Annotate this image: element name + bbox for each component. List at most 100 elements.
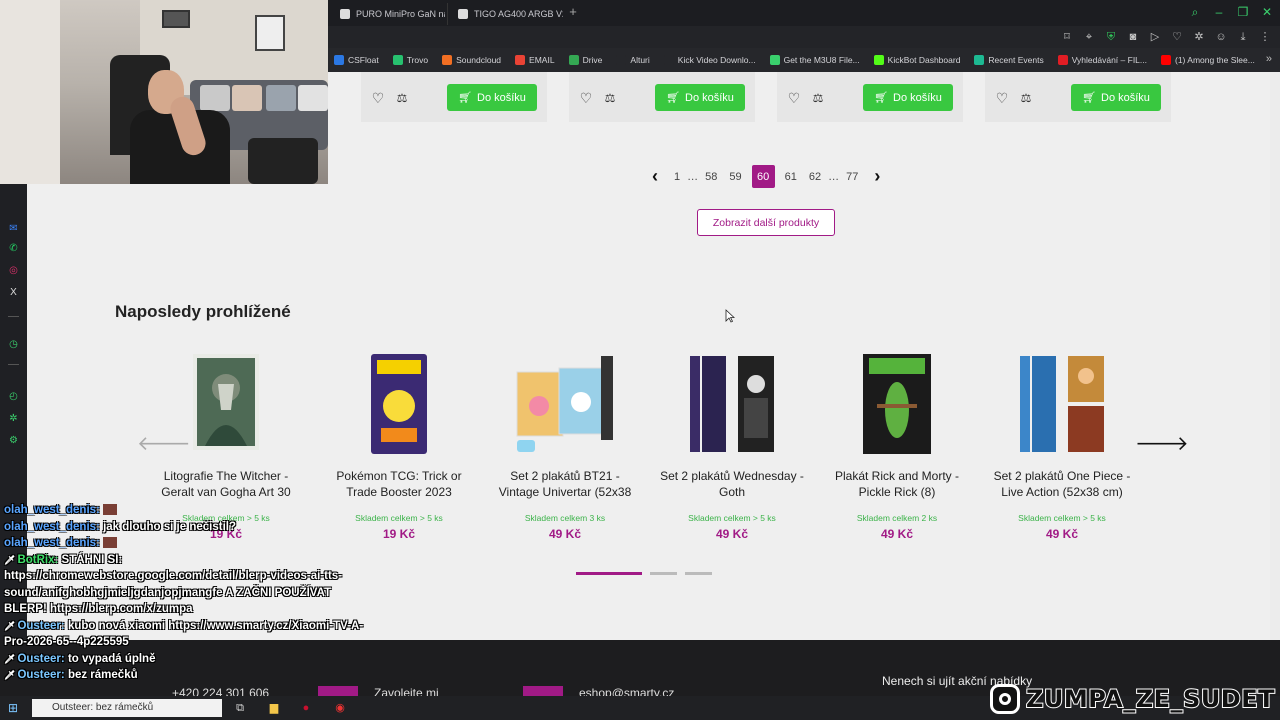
tab-favicon-icon: [458, 9, 468, 19]
bookmark-item[interactable]: CSFloat: [334, 55, 379, 65]
carousel-dot[interactable]: [650, 572, 677, 575]
recently-viewed-item[interactable]: Set 2 plakátů Wednesday - Goth Skladem ce…: [657, 354, 807, 541]
obs-icon[interactable]: ◉: [332, 700, 348, 716]
instagram-icon[interactable]: ◎: [7, 264, 20, 277]
bookmark-item[interactable]: Soundcloud: [442, 55, 501, 65]
show-more-products-button[interactable]: Zobrazit další produkty: [697, 209, 835, 236]
add-to-cart-button[interactable]: 🛒︎ Do košíku: [863, 84, 953, 111]
chat-username[interactable]: Ousteer:: [17, 669, 64, 681]
product-image[interactable]: [490, 354, 640, 456]
bookmarks-overflow-icon[interactable]: »: [1266, 53, 1272, 65]
bookmark-item[interactable]: (1) Among the Slee...: [1161, 55, 1255, 65]
compare-scale-icon[interactable]: ⚖: [810, 90, 826, 106]
product-image[interactable]: [324, 354, 474, 456]
chat-username[interactable]: BotRix:: [17, 554, 58, 566]
product-title[interactable]: Litografie The Witcher - Geralt van Gogh…: [151, 468, 301, 502]
compare-scale-icon[interactable]: ⚖: [602, 90, 618, 106]
download-icon[interactable]: ⤓: [1236, 30, 1250, 44]
recently-viewed-item[interactable]: Set 2 plakátů One Piece - Live Action (5…: [987, 354, 1137, 541]
pagination-page[interactable]: 77: [846, 171, 858, 183]
wishlist-heart-icon[interactable]: ♡: [370, 90, 386, 106]
profile-icon[interactable]: ☺: [1214, 30, 1228, 44]
pagination-prev-icon[interactable]: ‹: [652, 166, 658, 187]
new-tab-icon[interactable]: +: [566, 5, 580, 19]
heart-icon[interactable]: ♡: [1170, 30, 1184, 44]
close-icon[interactable]: ✕: [1260, 5, 1274, 19]
start-icon[interactable]: ⊞: [8, 701, 22, 715]
pagination-page[interactable]: 58: [705, 171, 717, 183]
wishlist-heart-icon[interactable]: ♡: [786, 90, 802, 106]
bookmark-item[interactable]: Trovo: [392, 55, 428, 65]
pagination-page[interactable]: 61: [785, 171, 797, 183]
carousel-dot[interactable]: [576, 572, 642, 575]
add-to-cart-button[interactable]: 🛒︎ Do košíku: [1071, 84, 1161, 111]
restore-icon[interactable]: ❐: [1236, 5, 1250, 19]
product-title[interactable]: Set 2 plakátů Wednesday - Goth: [657, 468, 807, 502]
history-icon[interactable]: ◴: [7, 390, 20, 403]
pin-icon[interactable]: ⌖: [1082, 30, 1096, 44]
browser-tab[interactable]: TIGO AG400 ARGB V2 če: [447, 3, 563, 25]
chat-username[interactable]: olah_west_denis:: [4, 521, 100, 533]
bookmark-item[interactable]: Get the M3U8 File...: [769, 55, 860, 65]
product-image[interactable]: [822, 354, 972, 456]
bookmark-item[interactable]: EMAIL: [515, 55, 555, 65]
wishlist-heart-icon[interactable]: ♡: [994, 90, 1010, 106]
product-title[interactable]: Set 2 plakátů BT21 - Vintage Univertar (…: [490, 468, 640, 502]
messenger-icon[interactable]: ✉: [7, 222, 20, 235]
menu-icon[interactable]: ⋮: [1258, 30, 1272, 44]
bookmark-item[interactable]: Alturi: [616, 55, 650, 65]
tab-favicon-icon: [340, 9, 350, 19]
chat-username[interactable]: Ousteer:: [17, 653, 64, 665]
compare-scale-icon[interactable]: ⚖: [394, 90, 410, 106]
bookmark-label: Soundcloud: [456, 55, 502, 65]
whatsapp-icon[interactable]: ✆: [7, 242, 20, 255]
pagination-page[interactable]: 1: [674, 171, 680, 183]
bookmark-item[interactable]: Kick Video Downlo...: [663, 55, 756, 65]
recently-viewed-item[interactable]: Plakát Rick and Morty - Pickle Rick (8) S…: [822, 354, 972, 541]
page-scrollbar[interactable]: [1270, 72, 1280, 640]
x-icon[interactable]: X: [7, 286, 20, 299]
product-image[interactable]: [151, 354, 301, 456]
extensions-icon[interactable]: ✲: [7, 412, 20, 425]
opera-icon[interactable]: ●: [298, 700, 314, 716]
bookmark-label: CSFloat: [348, 55, 379, 65]
pagination-page[interactable]: 59: [729, 171, 741, 183]
settings-icon[interactable]: ⚙: [7, 434, 20, 447]
pagination-next-icon[interactable]: ›: [874, 166, 880, 187]
add-to-cart-button[interactable]: 🛒︎ Do košíku: [447, 84, 537, 111]
bookmark-icon[interactable]: ⌑: [1060, 30, 1074, 44]
carousel-dot[interactable]: [685, 572, 712, 575]
product-title[interactable]: Plakát Rick and Morty - Pickle Rick (8): [822, 468, 972, 502]
taskbar-search[interactable]: Outsteer: bez rámečků: [32, 699, 222, 717]
bookmark-item[interactable]: Drive: [568, 55, 602, 65]
chat-username[interactable]: olah_west_denis:: [4, 537, 100, 549]
mouse-cursor-icon: [725, 309, 735, 323]
carousel-next-icon[interactable]: 🡒: [1135, 432, 1189, 456]
folder-icon[interactable]: ▆: [266, 700, 282, 716]
product-image[interactable]: [657, 354, 807, 456]
clock-icon[interactable]: ◷: [7, 338, 20, 351]
bookmark-item[interactable]: KickBot Dashboard: [873, 55, 960, 65]
shield-icon[interactable]: ⛨: [1104, 30, 1118, 44]
chat-username[interactable]: olah_west_denis:: [4, 504, 100, 516]
add-to-cart-button[interactable]: 🛒︎ Do košíku: [655, 84, 745, 111]
browser-tab[interactable]: PURO MiniPro GaN nabíje: [330, 3, 445, 25]
pagination-page[interactable]: 60: [751, 165, 775, 188]
compare-scale-icon[interactable]: ⚖: [1018, 90, 1034, 106]
bookmark-item[interactable]: Vyhledávání – FIL...: [1057, 55, 1147, 65]
wishlist-heart-icon[interactable]: ♡: [578, 90, 594, 106]
product-image[interactable]: [987, 354, 1137, 456]
recently-viewed-item[interactable]: Set 2 plakátů BT21 - Vintage Univertar (…: [490, 354, 640, 541]
task-view-icon[interactable]: ⧉: [232, 700, 248, 716]
camera-icon[interactable]: ◙: [1126, 30, 1140, 44]
bookmark-label: Recent Events: [988, 55, 1044, 65]
play-icon[interactable]: ▷: [1148, 30, 1162, 44]
product-title[interactable]: Pokémon TCG: Trick or Trade Booster 2023: [324, 468, 474, 502]
product-title[interactable]: Set 2 plakátů One Piece - Live Action (5…: [987, 468, 1137, 502]
bookmark-item[interactable]: Recent Events: [974, 55, 1044, 65]
extensions-icon[interactable]: ✲: [1192, 30, 1206, 44]
search-tabs-icon[interactable]: ⌕: [1188, 5, 1202, 19]
minimize-icon[interactable]: –: [1212, 5, 1226, 19]
chat-username[interactable]: Ousteer:: [17, 620, 64, 632]
pagination-page[interactable]: 62: [809, 171, 821, 183]
